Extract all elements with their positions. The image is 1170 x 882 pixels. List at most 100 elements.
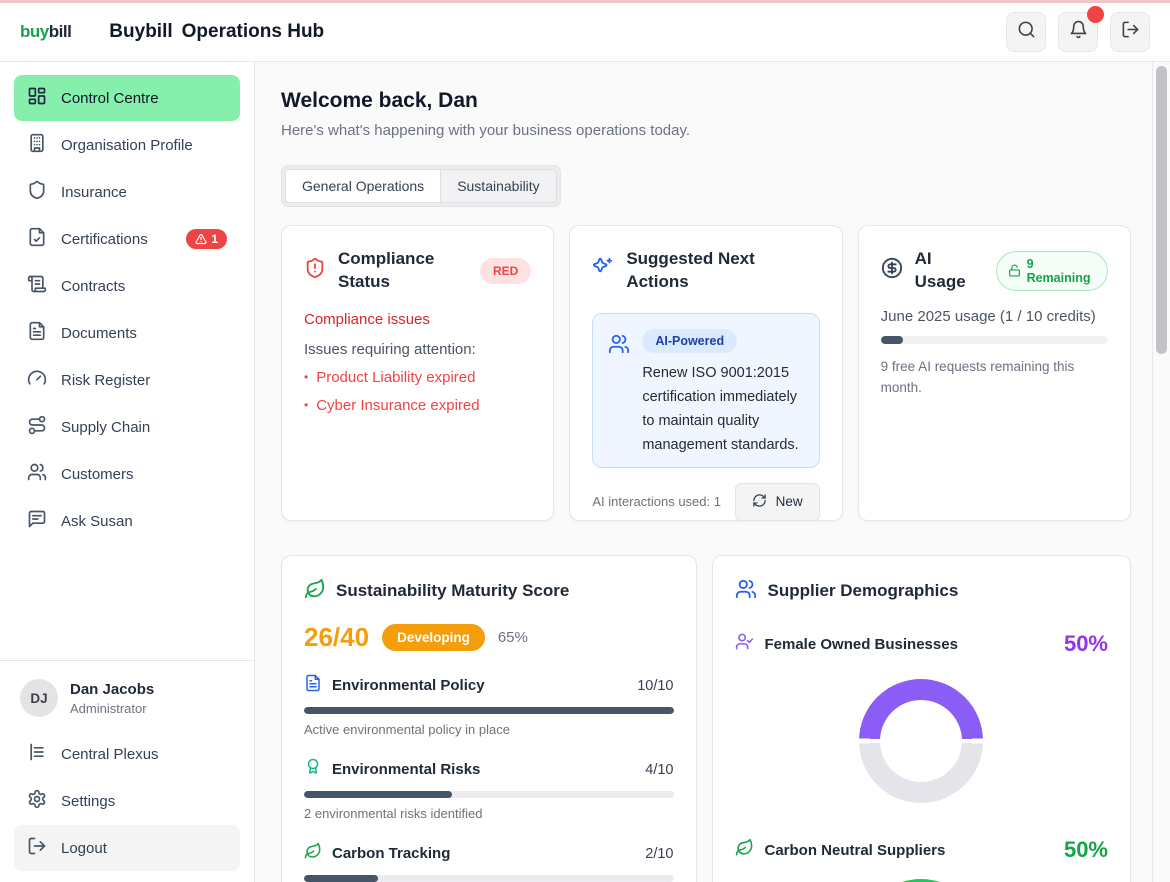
sidebar-item-settings[interactable]: Settings — [14, 778, 240, 824]
metric-progress-bar — [304, 791, 674, 798]
bell-icon — [1069, 20, 1088, 44]
metric-environmental-risks: Environmental Risks 4/10 2 environmental… — [304, 758, 674, 821]
page-title: Buybill Operations Hub — [109, 21, 324, 43]
dashboard-grid-icon — [27, 86, 47, 110]
users-icon — [735, 578, 757, 605]
user-check-icon — [735, 632, 754, 656]
logout-icon — [27, 836, 47, 860]
sidebar-item-supply-chain[interactable]: Supply Chain — [14, 404, 240, 450]
compliance-status-text: Compliance issues — [304, 311, 531, 328]
file-text-icon — [304, 674, 322, 697]
female-owned-row: Female Owned Businesses 50% — [735, 631, 1109, 657]
user-role: Administrator — [70, 701, 154, 716]
status-badge: RED — [480, 258, 531, 284]
dollar-circle-icon — [881, 257, 903, 284]
sidebar-item-risk-register[interactable]: Risk Register — [14, 357, 240, 403]
app-header: buybill Buybill Operations Hub — [0, 3, 1170, 62]
new-suggestion-button[interactable]: New — [735, 483, 820, 521]
welcome-subtitle: Here's what's happening with your busine… — [281, 122, 1131, 139]
issue-item: Product Liability expired — [304, 369, 531, 386]
scroll-icon — [27, 274, 47, 298]
sidebar-item-certifications[interactable]: Certifications 1 — [14, 216, 240, 262]
metric-progress-bar — [304, 707, 674, 714]
leaf-icon — [304, 578, 326, 605]
award-icon — [304, 758, 322, 781]
usage-line: June 2025 usage (1 / 10 credits) — [881, 308, 1108, 325]
ai-interactions-count: AI interactions used: 1 — [592, 494, 721, 509]
leaf-icon — [304, 842, 322, 865]
leaf-icon — [735, 838, 754, 862]
card-title: Suggested Next Actions — [626, 248, 819, 294]
suggested-next-actions-card: Suggested Next Actions AI-Powered Renew … — [569, 225, 842, 521]
header-actions — [1006, 12, 1150, 52]
tab-general-operations[interactable]: General Operations — [285, 169, 441, 203]
female-owned-percent: 50% — [1064, 631, 1108, 657]
users-icon — [608, 329, 630, 452]
card-title: Sustainability Maturity Score — [336, 580, 569, 603]
sidebar-footer: DJ Dan Jacobs Administrator Central Plex… — [0, 660, 254, 872]
shield-icon — [27, 180, 47, 204]
sparkles-icon — [592, 257, 614, 284]
notification-dot — [1087, 6, 1104, 23]
gauge-icon — [27, 368, 47, 392]
tab-group: General Operations Sustainability — [281, 165, 561, 207]
logout-button[interactable] — [1110, 12, 1150, 52]
logout-icon — [1121, 20, 1140, 44]
ai-suggestion-panel: AI-Powered Renew ISO 9001:2015 certifica… — [592, 313, 819, 468]
user-profile[interactable]: DJ Dan Jacobs Administrator — [14, 675, 240, 731]
building-icon — [27, 133, 47, 157]
sidebar: Control Centre Organisation Profile Insu… — [0, 62, 255, 882]
refresh-icon — [752, 493, 767, 511]
maturity-percent: 65% — [498, 629, 528, 646]
users-icon — [27, 462, 47, 486]
notifications-button[interactable] — [1058, 12, 1098, 52]
tab-sustainability[interactable]: Sustainability — [441, 169, 557, 203]
unlock-icon — [1008, 264, 1021, 277]
buybill-logo: buybill — [20, 22, 71, 42]
remaining-badge: 9 Remaining — [996, 251, 1108, 291]
warning-triangle-icon — [195, 233, 207, 245]
sidebar-item-customers[interactable]: Customers — [14, 451, 240, 497]
gear-icon — [27, 789, 47, 813]
avatar: DJ — [20, 679, 58, 717]
suggestion-text: Renew ISO 9001:2015 certification immedi… — [642, 362, 803, 458]
sidebar-item-ask-susan[interactable]: Ask Susan — [14, 498, 240, 544]
logo-bill: bill — [49, 22, 72, 42]
sidebar-item-insurance[interactable]: Insurance — [14, 169, 240, 215]
card-title: Compliance Status — [338, 248, 468, 294]
sidebar-item-documents[interactable]: Documents — [14, 310, 240, 356]
search-icon — [1017, 20, 1036, 44]
sidebar-item-control-centre[interactable]: Control Centre — [14, 75, 240, 121]
issue-item: Cyber Insurance expired — [304, 397, 531, 414]
usage-note: 9 free AI requests remaining this month. — [881, 357, 1106, 399]
file-text-icon — [27, 321, 47, 345]
compliance-status-card: Compliance Status RED Compliance issues … — [281, 225, 554, 521]
ledger-icon — [27, 742, 47, 766]
message-square-icon — [27, 509, 47, 533]
sidebar-item-central-plexus[interactable]: Central Plexus — [14, 731, 240, 777]
search-button[interactable] — [1006, 12, 1046, 52]
page-scrollbar[interactable] — [1152, 62, 1170, 882]
logo-buy: buy — [20, 22, 49, 42]
issues-heading: Issues requiring attention: — [304, 341, 531, 358]
ai-usage-card: AI Usage 9 Remaining June 2025 usage (1 … — [858, 225, 1131, 521]
maturity-score: 26/40 — [304, 622, 369, 653]
sidebar-item-contracts[interactable]: Contracts — [14, 263, 240, 309]
usage-progress-bar — [881, 336, 1108, 344]
certifications-alert-badge: 1 — [186, 229, 227, 249]
sustainability-maturity-card: Sustainability Maturity Score 26/40 Deve… — [281, 555, 697, 882]
file-check-icon — [27, 227, 47, 251]
sidebar-item-logout[interactable]: Logout — [14, 825, 240, 871]
carbon-neutral-percent: 50% — [1064, 837, 1108, 863]
main-content: Welcome back, Dan Here's what's happenin… — [255, 62, 1170, 882]
supplier-demographics-card: Supplier Demographics Female Owned Busin… — [712, 555, 1132, 882]
carbon-neutral-row: Carbon Neutral Suppliers 50% — [735, 837, 1109, 863]
metric-progress-bar — [304, 875, 674, 882]
sidebar-item-organisation-profile[interactable]: Organisation Profile — [14, 122, 240, 168]
metric-environmental-policy: Environmental Policy 10/10 Active enviro… — [304, 674, 674, 737]
scrollbar-thumb[interactable] — [1156, 66, 1167, 354]
user-name: Dan Jacobs — [70, 681, 154, 698]
card-title: AI Usage — [915, 248, 984, 294]
maturity-level-badge: Developing — [382, 624, 485, 651]
route-icon — [27, 415, 47, 439]
